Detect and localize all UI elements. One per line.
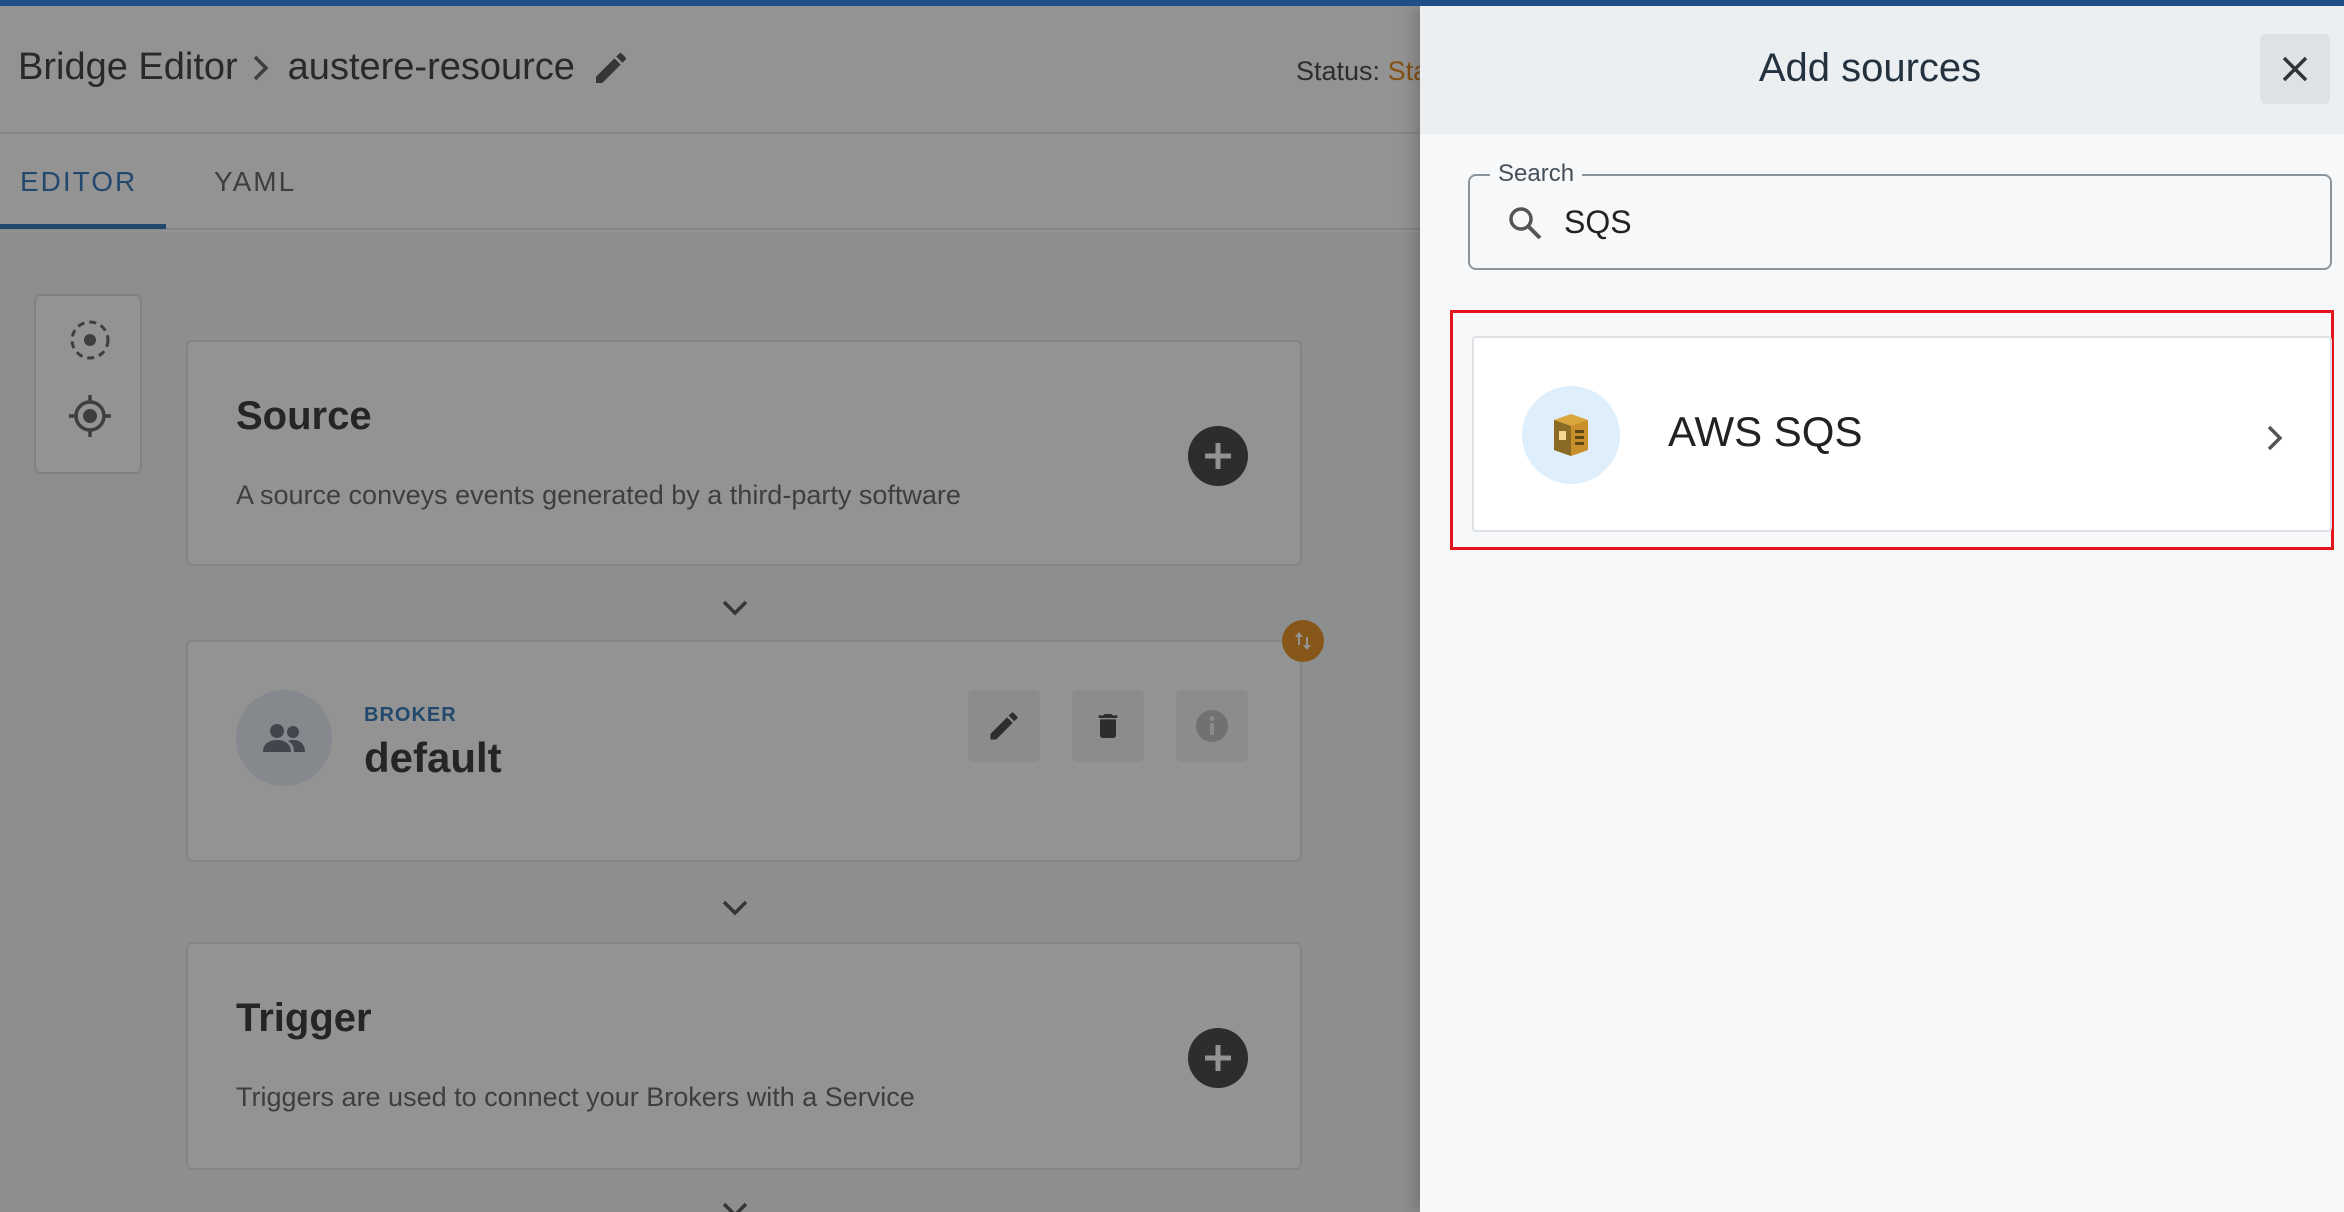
search-value[interactable]: SQS [1564, 204, 1632, 241]
top-accent-bar [0, 0, 2344, 6]
search-icon [1506, 204, 1544, 247]
search-input[interactable]: Search SQS [1468, 160, 2332, 270]
chevron-right-icon [2266, 424, 2284, 457]
add-sources-drawer: Add sources Search SQS AWS SQS [1420, 6, 2344, 1212]
close-button[interactable] [2260, 34, 2330, 104]
aws-sqs-icon [1522, 386, 1620, 484]
search-label: Search [1490, 160, 1583, 188]
close-icon [2282, 56, 2308, 82]
drawer-header: Add sources [1420, 6, 2344, 134]
bridge-editor: Bridge Editor austere-resource Status: S… [0, 0, 1420, 1212]
modal-backdrop[interactable] [0, 0, 1420, 1212]
result-label: AWS SQS [1668, 408, 1863, 455]
drawer-title: Add sources [1758, 46, 1982, 90]
list-item[interactable]: AWS SQS [1472, 336, 2332, 532]
